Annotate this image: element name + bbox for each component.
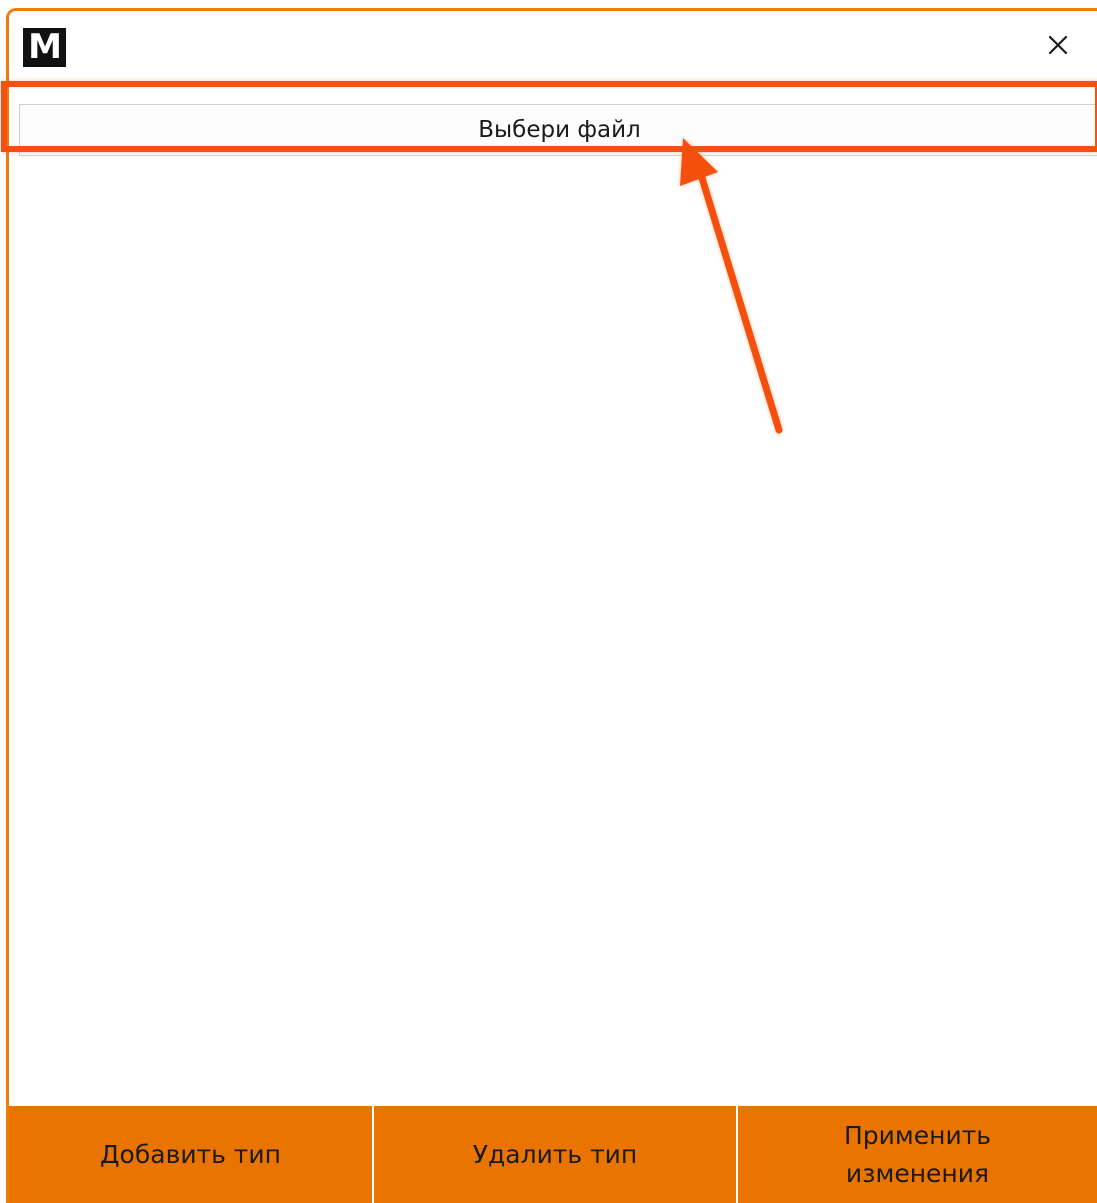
close-button[interactable] — [1035, 25, 1081, 65]
choose-file-label: Выбери файл — [478, 117, 641, 143]
content-area — [9, 171, 1097, 1107]
action-bar: Добавить тип Удалить тип Применить измен… — [9, 1106, 1097, 1203]
remove-type-label: Удалить тип — [472, 1139, 638, 1169]
add-type-label: Добавить тип — [100, 1139, 281, 1169]
apply-changes-label: Применить изменения — [843, 1120, 992, 1188]
choose-file-button[interactable]: Выбери файл — [19, 104, 1097, 156]
remove-type-button[interactable]: Удалить тип — [374, 1106, 736, 1203]
add-type-button[interactable]: Добавить тип — [9, 1106, 372, 1203]
close-icon — [1048, 35, 1068, 55]
apply-changes-button[interactable]: Применить изменения — [738, 1106, 1097, 1203]
app-logo-icon: M — [23, 28, 66, 67]
title-bar: M — [9, 11, 1097, 87]
app-window: M Выбери файл Добавить тип Удалить тип П… — [6, 8, 1097, 1203]
